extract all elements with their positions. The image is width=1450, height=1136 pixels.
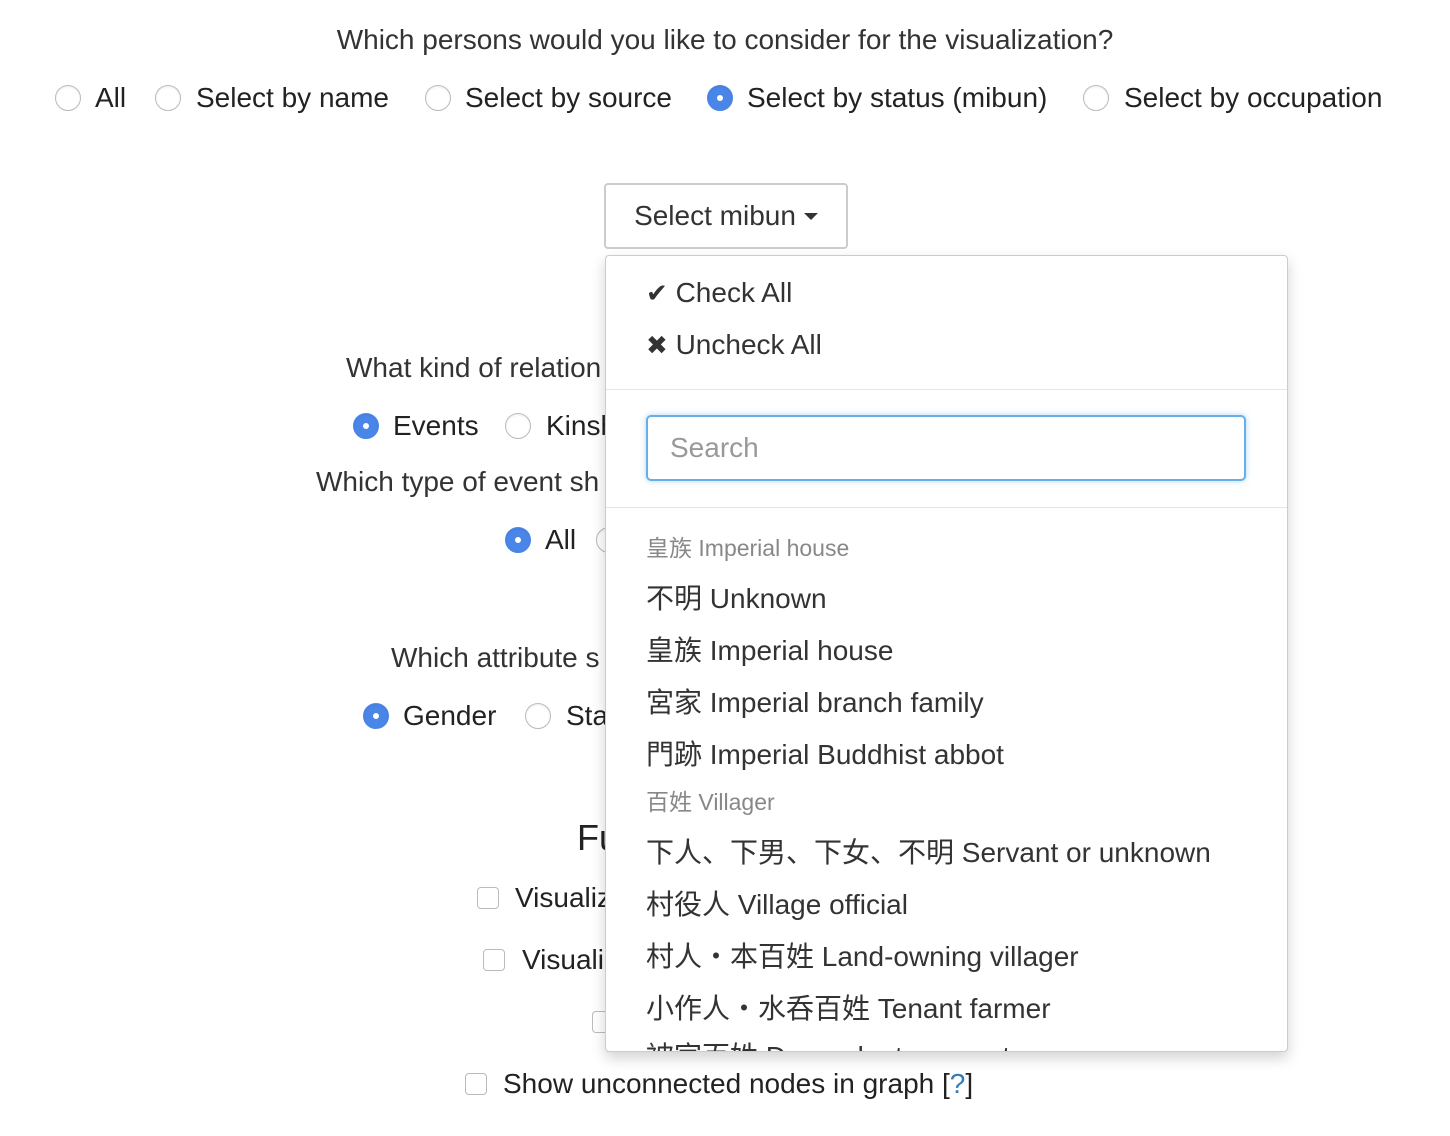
group-header: 皇族 Imperial house — [646, 535, 850, 561]
mibun-option[interactable]: 村人・本百姓 Land-owning villager — [646, 941, 1079, 973]
mibun-option[interactable]: 宮家 Imperial branch family — [646, 687, 984, 719]
unconnected-nodes-label[interactable]: Show unconnected nodes in graph [?] — [503, 1068, 973, 1100]
radio-label-all[interactable]: All — [95, 82, 126, 114]
mibun-option[interactable]: 小作人・水呑百姓 Tenant farmer — [646, 993, 1051, 1025]
mibun-option[interactable]: 村役人 Village official — [646, 889, 908, 921]
radio-select-by-source[interactable] — [425, 85, 451, 111]
select-mibun-button[interactable]: Select mibun — [604, 183, 848, 249]
radio-label-occupation[interactable]: Select by occupation — [1124, 82, 1382, 114]
event-type-question: Which type of event sh — [316, 466, 600, 497]
radio-events[interactable] — [353, 413, 379, 439]
help-bracket: ] — [965, 1068, 974, 1099]
radio-label-event-all[interactable]: All — [545, 524, 576, 556]
radio-all[interactable] — [55, 85, 81, 111]
caret-down-icon — [803, 212, 818, 220]
radio-label-gender[interactable]: Gender — [403, 700, 496, 732]
radio-label-status[interactable]: Select by status (mibun) — [747, 82, 1047, 114]
uncheck-all-label: Uncheck All — [675, 329, 822, 360]
check-all-label: Check All — [675, 277, 793, 308]
mibun-option[interactable]: 不明 Unknown — [646, 583, 827, 615]
radio-kinship[interactable] — [505, 413, 531, 439]
person-question: Which persons would you like to consider… — [336, 24, 1114, 55]
radio-label-source[interactable]: Select by source — [465, 82, 672, 114]
unconnected-nodes-text: Show unconnected nodes in graph [ — [503, 1068, 950, 1099]
checkbox-visualize-1[interactable] — [477, 887, 499, 909]
radio-status[interactable] — [525, 703, 551, 729]
mibun-option[interactable]: 下人、下男、下女、不明 Servant or unknown — [646, 837, 1211, 869]
attribute-question: Which attribute s — [391, 642, 600, 673]
checkbox-visualize-2[interactable] — [483, 949, 505, 971]
radio-label-events[interactable]: Events — [393, 410, 479, 442]
relation-question: What kind of relation — [346, 352, 602, 383]
radio-label-status-attr[interactable]: Sta — [566, 700, 608, 732]
divider — [606, 389, 1287, 390]
search-input[interactable] — [646, 415, 1246, 481]
check-all-item[interactable]: ✔ Check All — [646, 277, 792, 309]
checkbox-unconnected-nodes[interactable] — [465, 1073, 487, 1095]
radio-select-by-status[interactable] — [707, 85, 733, 111]
mibun-option[interactable]: 皇族 Imperial house — [646, 635, 893, 667]
mibun-option[interactable]: 被官百姓 Dependent peasant — [646, 1041, 1010, 1051]
radio-gender[interactable] — [363, 703, 389, 729]
uncheck-all-item[interactable]: ✖ Uncheck All — [646, 329, 822, 361]
select-mibun-label: Select mibun — [634, 200, 796, 231]
help-link[interactable]: ? — [950, 1068, 966, 1099]
divider — [606, 507, 1287, 508]
checkbox-label-visualize-1[interactable]: Visualiz — [515, 882, 611, 914]
checkmark-icon: ✔ — [646, 278, 668, 308]
radio-select-by-name[interactable] — [155, 85, 181, 111]
radio-label-name[interactable]: Select by name — [196, 82, 389, 114]
group-header: 百姓 Villager — [646, 789, 775, 815]
mibun-dropdown-menu: ✔ Check All ✖ Uncheck All 皇族 Imperial ho… — [605, 255, 1288, 1052]
radio-select-by-occupation[interactable] — [1083, 85, 1109, 111]
checkbox-label-visualize-2[interactable]: Visuali — [522, 944, 604, 976]
radio-event-all[interactable] — [505, 527, 531, 553]
cross-icon: ✖ — [646, 330, 668, 360]
mibun-option[interactable]: 門跡 Imperial Buddhist abbot — [646, 739, 1004, 771]
